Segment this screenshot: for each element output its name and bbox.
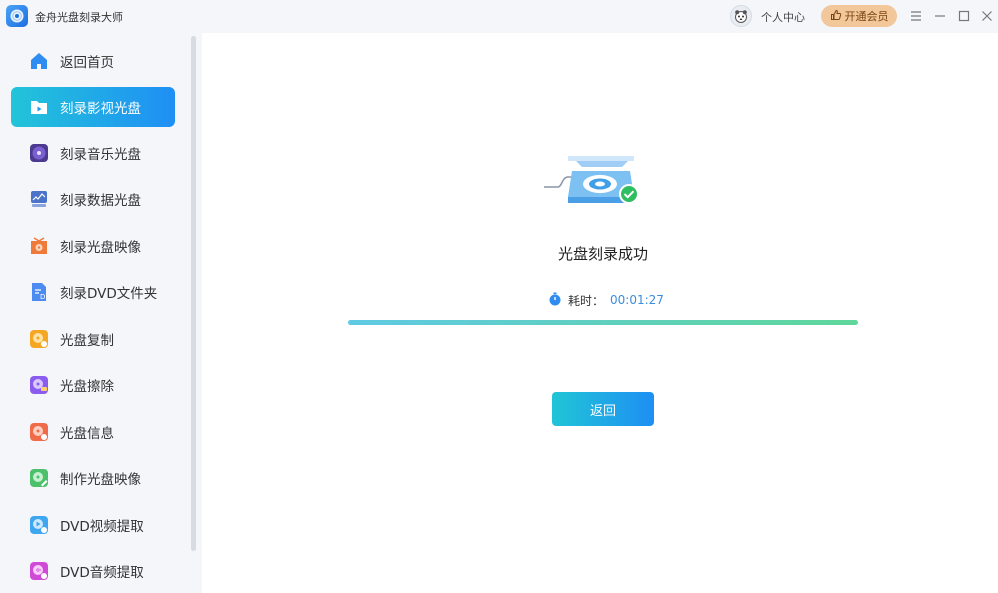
menu-icon[interactable] xyxy=(907,6,925,26)
back-button[interactable]: 返回 xyxy=(552,392,654,426)
sidebar-item-make-image[interactable]: 制作光盘映像 xyxy=(11,458,175,498)
sidebar-item-label: 光盘信息 xyxy=(60,426,114,442)
title-bar: 金舟光盘刻录大师 个人中心 开通会员 xyxy=(0,0,998,33)
main-panel: 光盘刻录成功 耗时： 00:01:27 返回 xyxy=(202,33,998,593)
disc-burner-success-icon xyxy=(542,153,642,213)
sidebar-item-label: 光盘复制 xyxy=(60,333,114,349)
close-icon[interactable] xyxy=(978,6,996,26)
make-image-icon xyxy=(29,468,49,488)
sidebar-item-label: 刻录影视光盘 xyxy=(60,101,141,117)
home-icon xyxy=(29,51,49,71)
app-title: 金舟光盘刻录大师 xyxy=(35,11,123,24)
disc-copy-icon xyxy=(29,329,49,349)
sidebar-item-label: 刻录数据光盘 xyxy=(60,193,141,209)
sidebar-scrollbar[interactable] xyxy=(191,36,196,551)
sidebar-item-disc-info[interactable]: 光盘信息 xyxy=(11,412,175,452)
music-disc-icon xyxy=(29,143,49,163)
disc-erase-icon xyxy=(29,375,49,395)
elapsed-value: 00:01:27 xyxy=(610,293,664,307)
dvd-folder-icon: D xyxy=(29,282,49,302)
sidebar-item-label: 刻录音乐光盘 xyxy=(60,147,141,163)
disc-info-icon xyxy=(29,422,49,442)
minimize-icon[interactable] xyxy=(931,6,949,26)
dvd-audio-extract-icon xyxy=(29,561,49,581)
app-logo-icon xyxy=(6,5,28,27)
sidebar-item-label: DVD音频提取 xyxy=(60,565,144,581)
sidebar: 返回首页 刻录影视光盘 刻录音乐光盘 刻录数据光盘 刻录光盘映像 D 刻录DVD… xyxy=(0,33,202,593)
sidebar-item-dvd-audio-extract[interactable]: DVD音频提取 xyxy=(11,551,175,591)
vip-button[interactable]: 开通会员 xyxy=(821,5,897,27)
sidebar-item-label: 返回首页 xyxy=(60,55,114,71)
thumb-up-icon xyxy=(830,9,842,24)
video-disc-icon xyxy=(29,97,49,117)
stopwatch-icon xyxy=(548,292,562,309)
sidebar-item-label: DVD视频提取 xyxy=(60,519,144,535)
sidebar-item-burn-data[interactable]: 刻录数据光盘 xyxy=(11,179,175,219)
data-disc-icon xyxy=(29,189,49,209)
sidebar-item-label: 制作光盘映像 xyxy=(60,472,141,488)
burn-progress-bar xyxy=(348,320,858,325)
user-center-link[interactable]: 个人中心 xyxy=(761,9,805,25)
sidebar-item-label: 光盘擦除 xyxy=(60,379,114,395)
sidebar-item-label: 刻录光盘映像 xyxy=(60,240,141,256)
maximize-icon[interactable] xyxy=(955,6,973,26)
sidebar-item-burn-video[interactable]: 刻录影视光盘 xyxy=(11,87,175,127)
sidebar-item-disc-erase[interactable]: 光盘擦除 xyxy=(11,365,175,405)
burn-status-text: 光盘刻录成功 xyxy=(557,245,648,263)
sidebar-item-burn-image[interactable]: 刻录光盘映像 xyxy=(11,226,175,266)
sidebar-item-home[interactable]: 返回首页 xyxy=(11,41,175,81)
sidebar-item-burn-dvd-folder[interactable]: D 刻录DVD文件夹 xyxy=(11,272,175,312)
sidebar-item-dvd-video-extract[interactable]: DVD视频提取 xyxy=(11,505,175,545)
dvd-video-extract-icon xyxy=(29,515,49,535)
user-avatar-icon[interactable] xyxy=(730,5,752,27)
sidebar-item-disc-copy[interactable]: 光盘复制 xyxy=(11,319,175,359)
vip-button-label: 开通会员 xyxy=(844,10,889,23)
progress-fill xyxy=(348,320,858,325)
sidebar-item-burn-music[interactable]: 刻录音乐光盘 xyxy=(11,133,175,173)
elapsed-label: 耗时： xyxy=(568,293,605,308)
svg-text:D: D xyxy=(40,293,45,301)
sidebar-item-label: 刻录DVD文件夹 xyxy=(60,286,158,302)
disc-image-icon xyxy=(29,236,49,256)
elapsed-time: 耗时： 00:01:27 xyxy=(548,291,664,309)
